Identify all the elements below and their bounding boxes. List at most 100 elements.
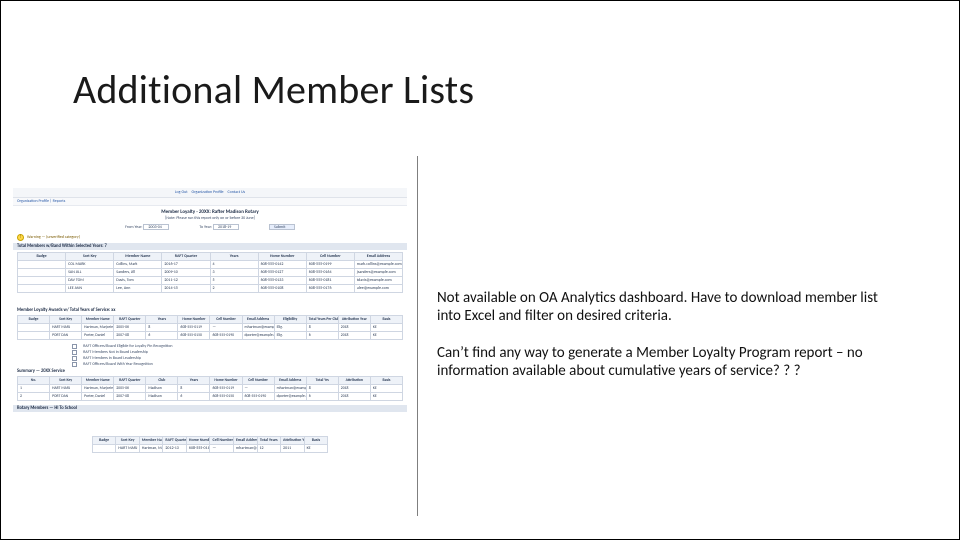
table-row: HART MARJHartman, Marjorie2005-068608-55… — [18, 324, 403, 332]
cell: — — [210, 445, 234, 453]
cell — [18, 277, 66, 285]
cell: — — [210, 324, 242, 332]
cell: LEE ANN — [66, 285, 114, 293]
cell: 8 — [306, 385, 338, 393]
table-row: COL MARKCollins, Mark2016-174608-555-014… — [18, 261, 403, 269]
cell: 608-555-0133 — [258, 277, 306, 285]
cell: SAN JILL — [66, 269, 114, 277]
cell — [18, 324, 50, 332]
cell — [18, 269, 66, 277]
legend-text: RAFT Members Not in Board Leadership — [83, 350, 148, 355]
cell: 2012-13 — [163, 445, 187, 453]
legend-text: RAFT Officers/Board Eligible for Loyalty… — [83, 344, 172, 349]
cell: KE — [370, 385, 402, 393]
cell: 608-555-0119 — [210, 385, 242, 393]
cell: Elig. — [274, 324, 306, 332]
table-row: PORT DANPorter, Daniel2007-086608-555-01… — [18, 332, 403, 340]
col: Member Name — [82, 316, 114, 324]
col: Sort Key — [50, 377, 82, 385]
cell: KE — [370, 393, 402, 401]
topbar-link-logout: Log Out — [175, 190, 188, 195]
cell: 608-555-0199 — [306, 261, 354, 269]
cell: alee@example.com — [354, 285, 402, 293]
cell: 608-555-0142 — [258, 261, 306, 269]
cell: 2011-12 — [162, 277, 210, 285]
col: RAFT Quarter — [114, 377, 146, 385]
col: Cell Number — [210, 437, 234, 445]
cell: HART MARJ — [50, 385, 82, 393]
col: Sort Key — [66, 253, 114, 261]
cell: 6 — [306, 332, 338, 340]
report2-blank-band — [13, 412, 407, 422]
col: RAFT Quarter — [114, 316, 146, 324]
col: Home Number — [258, 253, 306, 261]
cell: Hartman, Marjorie — [139, 445, 163, 453]
col: Badge — [18, 316, 50, 324]
report3-table: BadgeSort KeyMember NameRAFT QuarterHome… — [92, 436, 328, 453]
report1-table: Badge Sort Key Member Name RAFT Quarter … — [17, 252, 403, 293]
cell: Porter, Daniel — [82, 332, 114, 340]
legend-row: RAFT Members Not in Board Leadership — [72, 350, 348, 355]
cell: 608-555-0176 — [306, 285, 354, 293]
cell: 2005-06 — [114, 324, 146, 332]
cell: 2005-06 — [114, 385, 146, 393]
cell: 2018 — [338, 393, 370, 401]
cell: tdavis@example.com — [354, 277, 402, 285]
filter-submit-button: Submit — [269, 224, 295, 230]
cell: Davis, Tom — [114, 277, 162, 285]
cell: Elig. — [274, 332, 306, 340]
cell: Collins, Mark — [114, 261, 162, 269]
table-row: SAN JILLSanders, Jill2009-103608-555-012… — [18, 269, 403, 277]
cell: 2016-17 — [162, 261, 210, 269]
table-row: DAV TOMDavis, Tom2011-125608-555-0133608… — [18, 277, 403, 285]
cell: 2011 — [281, 445, 305, 453]
cell: KE — [370, 332, 402, 340]
cell: 6 — [178, 393, 210, 401]
col: Sort Key — [116, 437, 140, 445]
cell: dporter@example.com — [242, 332, 274, 340]
col: Cell Number — [210, 316, 242, 324]
report-screenshot-3: BadgeSort KeyMember NameRAFT QuarterHome… — [13, 436, 407, 484]
col: Basis — [304, 437, 328, 445]
cell: HART MARJ — [50, 324, 82, 332]
col: RAFT Quarter — [163, 437, 187, 445]
cell: 8 — [146, 324, 178, 332]
cell: HART MARJ — [116, 445, 140, 453]
col: Email Address — [274, 377, 306, 385]
filter-to-label: To Year: — [199, 225, 212, 230]
checkbox-icon — [72, 362, 77, 367]
cell: COL MARK — [66, 261, 114, 269]
report1-filter-row: From Year: 2003-04 To Year: 2018-19 Subm… — [13, 224, 407, 230]
cell: mhartman@example.com — [233, 445, 257, 453]
report-screenshot-1: Log Out Organization Profile Contact Us … — [13, 188, 407, 300]
col: Attribution Year — [281, 437, 305, 445]
col: Eligibility — [274, 316, 306, 324]
cell: KE — [304, 445, 328, 453]
cell: mhartman@example.com — [274, 385, 306, 393]
report1-title: Member Loyalty - 20XX: Rafter Madison Ro… — [13, 209, 407, 215]
cell: 2018 — [338, 332, 370, 340]
col: RAFT Quarter — [162, 253, 210, 261]
report2-band2-title: Summary — 20XX Service — [17, 369, 403, 374]
cell: 2007-08 — [114, 393, 146, 401]
col: Basis — [370, 377, 402, 385]
cell: 2018 — [338, 324, 370, 332]
table-row: 1HART MARJHartman, Marjorie2005-06Madiso… — [18, 385, 403, 393]
cell: 2 — [18, 393, 50, 401]
cell: 6 — [306, 393, 338, 401]
cell: 3 — [210, 269, 258, 277]
legend-text: RAFT Officers/Board With Year Recognitio… — [83, 362, 153, 367]
cell: PORT DAN — [50, 393, 82, 401]
cell: 2007-08 — [114, 332, 146, 340]
col: No. — [18, 377, 50, 385]
report2-band1-title: Member Loyalty Awards w/ Total Years of … — [17, 308, 403, 313]
table-row: 2PORT DANPorter, Daniel2007-08Madison660… — [18, 393, 403, 401]
report2-footer-section: Rotary Members — HI To School — [13, 405, 407, 412]
cell: 12 — [257, 445, 281, 453]
cell: 608-555-0119 — [186, 445, 210, 453]
cell: 608-555-0150 — [178, 332, 210, 340]
col: Badge — [92, 437, 116, 445]
col: Years — [178, 377, 210, 385]
legend-row: RAFT Officers/Board Eligible for Loyalty… — [72, 344, 348, 349]
cell: 608-555-0181 — [306, 277, 354, 285]
